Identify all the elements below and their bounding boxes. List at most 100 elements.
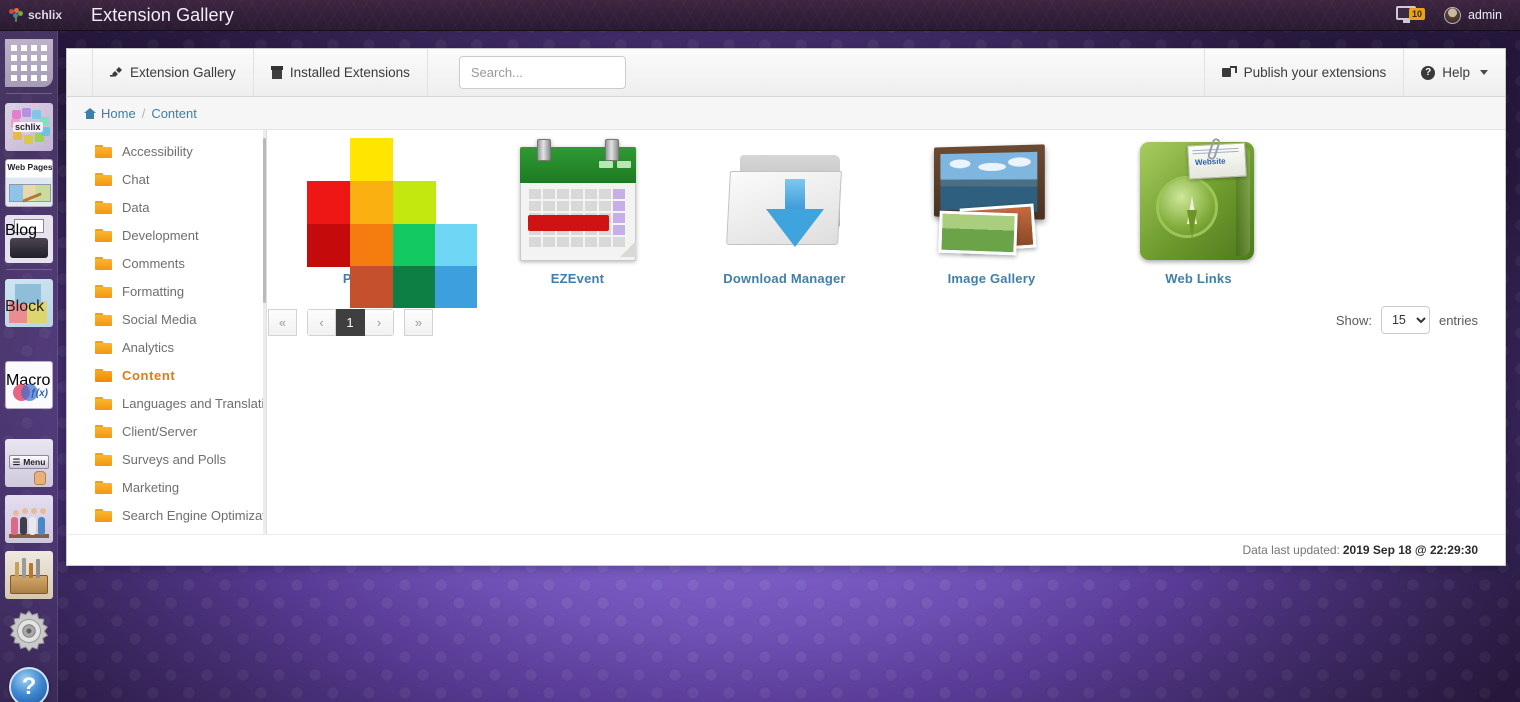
tab-installed-extensions[interactable]: Installed Extensions xyxy=(254,49,428,96)
sidebar-label: Search Engine Optimization xyxy=(122,507,266,523)
schlix-cube-icon: schlix xyxy=(5,103,53,151)
sidebar-item-development[interactable]: Development xyxy=(67,221,266,249)
folder-icon xyxy=(95,396,112,410)
sidebar-item-client-server[interactable]: Client/Server xyxy=(67,417,266,445)
menu-icon: ☰ Menu xyxy=(5,439,53,487)
folder-icon xyxy=(95,452,112,466)
brand-logo[interactable]: schlix xyxy=(9,8,62,22)
app-toolbar: Extension Gallery Installed Extensions P… xyxy=(67,49,1505,97)
folder-icon xyxy=(95,200,112,214)
sidebar-item-comments[interactable]: Comments xyxy=(67,249,266,277)
help-menu-label: Help xyxy=(1442,65,1470,80)
sidebar-scrollbar-track[interactable] xyxy=(263,130,266,534)
sidebar-item-marketing[interactable]: Marketing xyxy=(67,473,266,501)
top-bar: schlix Extension Gallery 10 admin xyxy=(0,0,1520,31)
pagination-last[interactable]: » xyxy=(404,309,433,336)
dock-item-settings[interactable] xyxy=(3,605,55,657)
folder-icon xyxy=(95,256,112,270)
sidebar-item-chat[interactable]: Chat xyxy=(67,165,266,193)
sidebar-label: Analytics xyxy=(122,339,175,355)
sidebar-label: Surveys and Polls xyxy=(122,451,227,467)
extension-grid-area: Portfolio xyxy=(267,130,1505,534)
sidebar-label: Formatting xyxy=(122,283,185,299)
dock-label-menu: Menu xyxy=(23,457,46,467)
users-group-icon xyxy=(5,495,53,543)
sidebar-item-analytics[interactable]: Analytics xyxy=(67,333,266,361)
extension-tile-ezevent[interactable]: EZEvent xyxy=(474,130,681,286)
breadcrumb-home[interactable]: Home xyxy=(84,106,136,121)
extension-tile-portfolio[interactable]: Portfolio xyxy=(267,130,477,308)
macro-fx-glyph: ƒ(x) xyxy=(30,388,48,399)
sidebar-item-formatting[interactable]: Formatting xyxy=(67,277,266,305)
macro-icon: Macro ƒ(x) xyxy=(5,361,53,409)
dock-label-help: ? xyxy=(9,667,49,702)
tab-extension-gallery-label: Extension Gallery xyxy=(130,65,236,80)
dock-item-macro[interactable]: Macro ƒ(x) xyxy=(3,359,55,411)
sidebar-item-content[interactable]: Content xyxy=(67,361,266,389)
toolbar-right-group: Publish your extensions ? Help xyxy=(1179,49,1505,96)
dock-item-users[interactable] xyxy=(3,493,55,545)
dock-label-web-pages: Web Pages xyxy=(7,162,53,172)
folder-icon xyxy=(95,228,112,242)
pagination-next[interactable]: › xyxy=(365,309,394,336)
sidebar-item-data[interactable]: Data xyxy=(67,193,266,221)
sidebar-item-social-media[interactable]: Social Media xyxy=(67,305,266,333)
gear-icon xyxy=(5,607,53,655)
toolbox-icon xyxy=(5,551,53,599)
dock-item-blog[interactable]: Blog xyxy=(3,213,55,265)
show-entries-label: Show: xyxy=(1335,312,1372,328)
dock-divider-2 xyxy=(6,269,52,270)
sidebar-item-accessibility[interactable]: Accessibility xyxy=(67,137,266,165)
sidebar-item-surveys-and-polls[interactable]: Surveys and Polls xyxy=(67,445,266,473)
extension-tile-download-manager[interactable]: Download Manager xyxy=(681,130,888,286)
dock-item-menu[interactable]: ☰ Menu xyxy=(3,437,55,489)
dock-item-block[interactable]: Block xyxy=(3,277,55,329)
sidebar-item-search-engine-optimization[interactable]: Search Engine Optimization xyxy=(67,501,266,529)
search-input[interactable] xyxy=(458,56,626,89)
show-entries-control: Show: 15 25 50 100 entries xyxy=(1336,306,1478,334)
sidebar-label: Languages and Translations xyxy=(122,395,266,411)
folder-icon xyxy=(95,508,112,522)
pagination-pages: ‹ 1 › xyxy=(307,309,394,336)
sidebar-scrollbar-thumb[interactable] xyxy=(263,138,266,303)
dock-item-web-pages[interactable]: Web Pages xyxy=(3,157,55,209)
sidebar-label: Marketing xyxy=(122,479,180,495)
monitor-icon[interactable]: 10 xyxy=(1395,5,1430,25)
sidebar-item-languages-and-translations[interactable]: Languages and Translations xyxy=(67,389,266,417)
extension-tile-image-gallery[interactable]: Image Gallery xyxy=(888,130,1095,286)
sidebar-label: Content xyxy=(122,367,176,383)
extension-name: Download Manager xyxy=(723,271,846,286)
folder-icon xyxy=(95,424,112,438)
web-pages-icon: Web Pages xyxy=(5,159,53,207)
notification-badge: 10 xyxy=(1408,8,1425,20)
dock-label-schlix: schlix xyxy=(13,122,43,132)
breadcrumb-home-label: Home xyxy=(101,105,136,121)
dock-divider xyxy=(6,93,52,94)
extension-name: Web Links xyxy=(1165,271,1232,286)
category-sidebar: Accessibility Chat Data Development Comm… xyxy=(67,130,267,534)
app-title: Extension Gallery xyxy=(91,4,234,25)
entries-per-page-select[interactable]: 15 25 50 100 xyxy=(1380,306,1430,334)
pagination-page-1[interactable]: 1 xyxy=(336,309,365,336)
user-menu[interactable]: admin xyxy=(1443,6,1502,24)
dock-item-schlix[interactable]: schlix xyxy=(3,101,55,153)
dock-label-blog: Blog xyxy=(5,222,38,239)
sidebar-label: Client/Server xyxy=(122,423,198,439)
dock-item-toolbox[interactable] xyxy=(3,549,55,601)
pagination-prev[interactable]: ‹ xyxy=(307,309,336,336)
portfolio-color-grid-icon xyxy=(267,134,477,308)
extension-tiles: Portfolio xyxy=(267,130,1505,308)
publish-extensions-button[interactable]: Publish your extensions xyxy=(1203,49,1404,96)
block-icon: Block xyxy=(5,279,53,327)
pagination-first[interactable]: « xyxy=(268,309,297,336)
help-menu-button[interactable]: ? Help xyxy=(1403,49,1505,96)
picture-frame-photos-icon xyxy=(888,134,1095,269)
extension-tile-web-links[interactable]: Website Web Links xyxy=(1095,130,1302,286)
monitor-stand xyxy=(1402,20,1410,23)
breadcrumb-current[interactable]: Content xyxy=(151,106,197,121)
tab-extension-gallery[interactable]: Extension Gallery xyxy=(92,49,254,96)
dock-item-help[interactable]: ? xyxy=(3,661,55,702)
breadcrumb-separator: / xyxy=(141,105,146,121)
breadcrumb: Home / Content xyxy=(67,97,1505,130)
dock-item-app-launcher[interactable] xyxy=(3,37,55,89)
